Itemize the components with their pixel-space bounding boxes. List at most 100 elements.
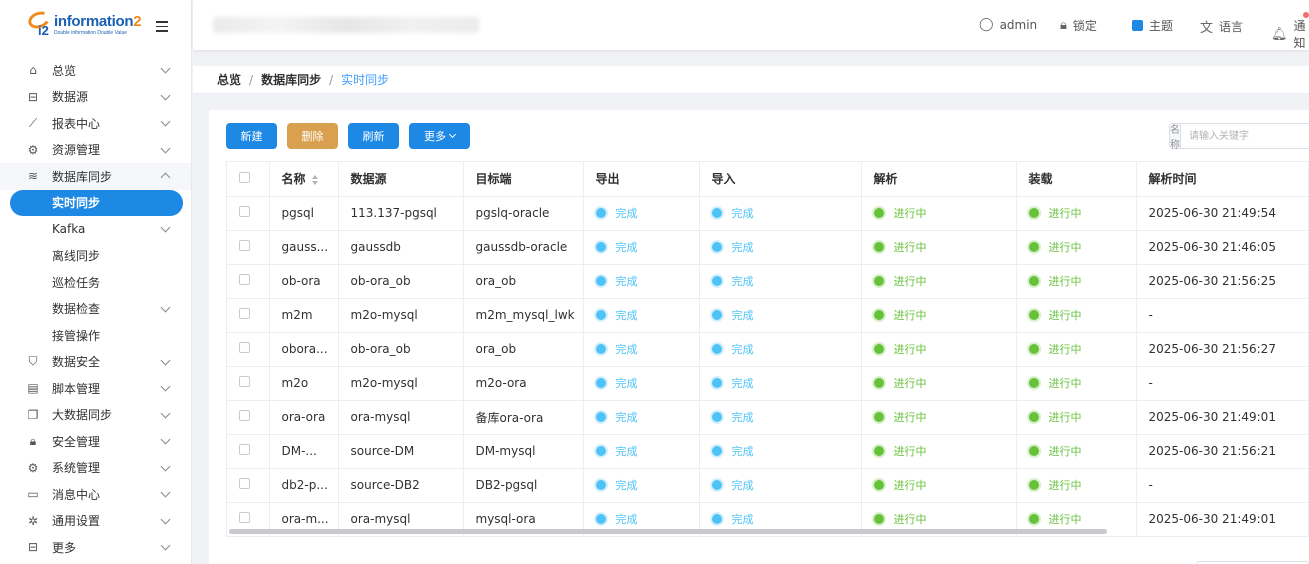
language-button[interactable]: 文 语言 xyxy=(1200,17,1243,36)
breadcrumb-overview[interactable]: 总览 xyxy=(217,71,241,88)
table-row[interactable]: pgsql 113.137-pgsql pgslq-oracle 完成 完成 进行中 进行中… xyxy=(227,196,1308,231)
table-row[interactable]: db2-p... source-DB2 DB2-pgsql 完成 完成 进行中 进行中 - xyxy=(227,468,1308,503)
more-button[interactable]: 更多 xyxy=(409,123,470,149)
top-header: ◯ admin 🔒︎ 锁定 主题 文 语言 🔔︎ 通知 xyxy=(193,0,1309,50)
sidebar-item-data-security[interactable]: ⛉ 数据安全 xyxy=(0,349,191,376)
lock-button[interactable]: 🔒︎ 锁定 xyxy=(1060,17,1097,34)
status-badge: 完成 xyxy=(711,477,754,493)
status-badge: 完成 xyxy=(711,239,754,255)
status-badge: 进行中 xyxy=(1028,273,1082,289)
sidebar-subitem-offline-sync[interactable]: 离线同步 xyxy=(0,243,191,270)
sort-icon[interactable] xyxy=(311,174,318,185)
sidebar-item-scripts[interactable]: ▤ 脚本管理 xyxy=(0,375,191,402)
status-dot-icon xyxy=(1028,310,1039,320)
toolbar: 新建 删除 刷新 更多 xyxy=(226,123,480,149)
status-dot-icon xyxy=(1028,480,1039,490)
sidebar-subitem-data-check[interactable]: 数据检查 xyxy=(0,296,191,323)
status-dot-icon xyxy=(711,276,722,286)
status-dot-icon xyxy=(1028,344,1039,354)
delete-button[interactable]: 删除 xyxy=(287,123,338,149)
chevron-down-icon xyxy=(160,461,171,471)
status-badge: 进行中 xyxy=(873,409,927,425)
status-dot-icon xyxy=(1028,446,1039,456)
row-checkbox[interactable] xyxy=(239,478,250,489)
sidebar-item-messages[interactable]: ▭ 消息中心 xyxy=(0,481,191,508)
sidebar-subitem-takeover[interactable]: 接管操作 xyxy=(0,322,191,349)
search-input[interactable] xyxy=(1181,124,1309,148)
sidebar-subitem-realtime-sync[interactable]: 实时同步 xyxy=(10,189,183,216)
status-badge: 进行中 xyxy=(1028,341,1082,357)
status-dot-icon xyxy=(711,514,722,524)
table-row[interactable]: obora... ob-ora_ob ora_ob 完成 完成 进行中 进行中 2025-06… xyxy=(227,332,1308,367)
sidebar-item-datasource[interactable]: ⊟ 数据源 xyxy=(0,84,191,111)
main-card: 新建 删除 刷新 更多 名称 名称 数据源 xyxy=(209,110,1309,564)
user-menu[interactable]: ◯ admin xyxy=(979,17,1037,32)
status-dot-icon xyxy=(873,514,884,524)
row-checkbox[interactable] xyxy=(239,206,250,217)
table-row[interactable]: m2m m2o-mysql m2m_mysql_lwk 完成 完成 进行中 进行中 - xyxy=(227,298,1308,333)
chevron-down-icon xyxy=(160,63,171,74)
sidebar-item-overview[interactable]: ⌂ 总览 xyxy=(0,57,191,84)
status-badge: 进行中 xyxy=(873,341,927,357)
new-button[interactable]: 新建 xyxy=(226,123,277,149)
row-checkbox[interactable] xyxy=(239,410,250,421)
breadcrumb-db-sync[interactable]: 数据库同步 xyxy=(261,71,321,88)
status-dot-icon xyxy=(711,480,722,490)
cell-target: m2m_mysql_lwk xyxy=(463,298,584,333)
breadcrumb: 总览 / 数据库同步 / 实时同步 xyxy=(193,66,1309,94)
table-row[interactable]: gauss... gaussdb gaussdb-oracle 完成 完成 进行中 进行中 2… xyxy=(227,230,1308,265)
column-header-name[interactable]: 名称 xyxy=(269,162,339,197)
script-icon: ▤ xyxy=(27,381,39,396)
row-checkbox[interactable] xyxy=(239,376,250,387)
cell-target: pgslq-oracle xyxy=(463,196,584,231)
status-badge: 完成 xyxy=(595,409,638,425)
row-checkbox[interactable] xyxy=(239,512,250,523)
status-badge: 进行中 xyxy=(1028,443,1082,459)
column-header-target: 目标端 xyxy=(463,162,584,197)
notification-badge xyxy=(1303,12,1309,18)
collapse-menu-icon[interactable] xyxy=(156,21,168,32)
status-badge: 完成 xyxy=(595,307,638,323)
row-checkbox[interactable] xyxy=(239,444,250,455)
cell-source: m2o-mysql xyxy=(338,366,464,401)
cell-parse-time: - xyxy=(1136,298,1308,333)
theme-button[interactable]: 主题 xyxy=(1132,17,1173,34)
table-row[interactable]: ob-ora ob-ora_ob ora_ob 完成 完成 进行中 进行中 2025-06-3… xyxy=(227,264,1308,299)
status-badge: 完成 xyxy=(595,239,638,255)
sidebar-subitem-inspection[interactable]: 巡检任务 xyxy=(0,269,191,296)
row-checkbox[interactable] xyxy=(239,342,250,353)
sidebar-subitem-kafka[interactable]: Kafka xyxy=(0,216,191,243)
column-header-parse: 解析 xyxy=(861,162,1017,197)
sidebar-item-db-sync[interactable]: ≋ 数据库同步 xyxy=(0,163,191,190)
table-row[interactable]: DM-... source-DM DM-mysql 完成 完成 进行中 进行中 2025-06… xyxy=(227,434,1308,469)
sidebar-item-security-mgmt[interactable]: 🔒︎ 安全管理 xyxy=(0,428,191,455)
row-checkbox[interactable] xyxy=(239,274,250,285)
column-header-load: 装载 xyxy=(1016,162,1137,197)
select-all-checkbox[interactable] xyxy=(239,171,250,183)
cell-name: DM-... xyxy=(269,434,339,469)
status-badge: 进行中 xyxy=(1028,239,1082,255)
lock-icon: 🔒︎ xyxy=(1060,18,1067,33)
table-row[interactable]: ora-ora ora-mysql 备库ora-ora 完成 完成 进行中 进行中 2025-… xyxy=(227,400,1308,435)
status-badge: 完成 xyxy=(711,375,754,391)
refresh-button[interactable]: 刷新 xyxy=(348,123,399,149)
sidebar: i2 information2 Double information Doubl… xyxy=(0,0,192,564)
sidebar-item-general-settings[interactable]: ✲ 通用设置 xyxy=(0,508,191,535)
row-checkbox[interactable] xyxy=(239,240,250,251)
sidebar-item-reports[interactable]: ⟋ 报表中心 xyxy=(0,110,191,137)
status-badge: 完成 xyxy=(595,443,638,459)
status-badge: 进行中 xyxy=(1028,375,1082,391)
table-row[interactable]: m2o m2o-mysql m2o-ora 完成 完成 进行中 进行中 - xyxy=(227,366,1308,401)
cell-source: gaussdb xyxy=(338,230,464,265)
chevron-down-icon xyxy=(160,514,171,524)
sidebar-item-system-mgmt[interactable]: ⚙ 系统管理 xyxy=(0,455,191,482)
cell-source: ob-ora_ob xyxy=(338,332,464,367)
horizontal-scrollbar[interactable] xyxy=(229,529,1107,534)
sidebar-item-more[interactable]: ⊟ 更多 xyxy=(0,534,191,561)
sidebar-item-resources[interactable]: ⚙ 资源管理 xyxy=(0,137,191,164)
notification-button[interactable]: 🔔︎ 通知 xyxy=(1271,17,1309,51)
row-checkbox[interactable] xyxy=(239,308,250,319)
column-header-parse-time: 解析时间 xyxy=(1136,162,1308,197)
cell-name: ob-ora xyxy=(269,264,339,299)
sidebar-item-bigdata-sync[interactable]: ❐ 大数据同步 xyxy=(0,402,191,429)
